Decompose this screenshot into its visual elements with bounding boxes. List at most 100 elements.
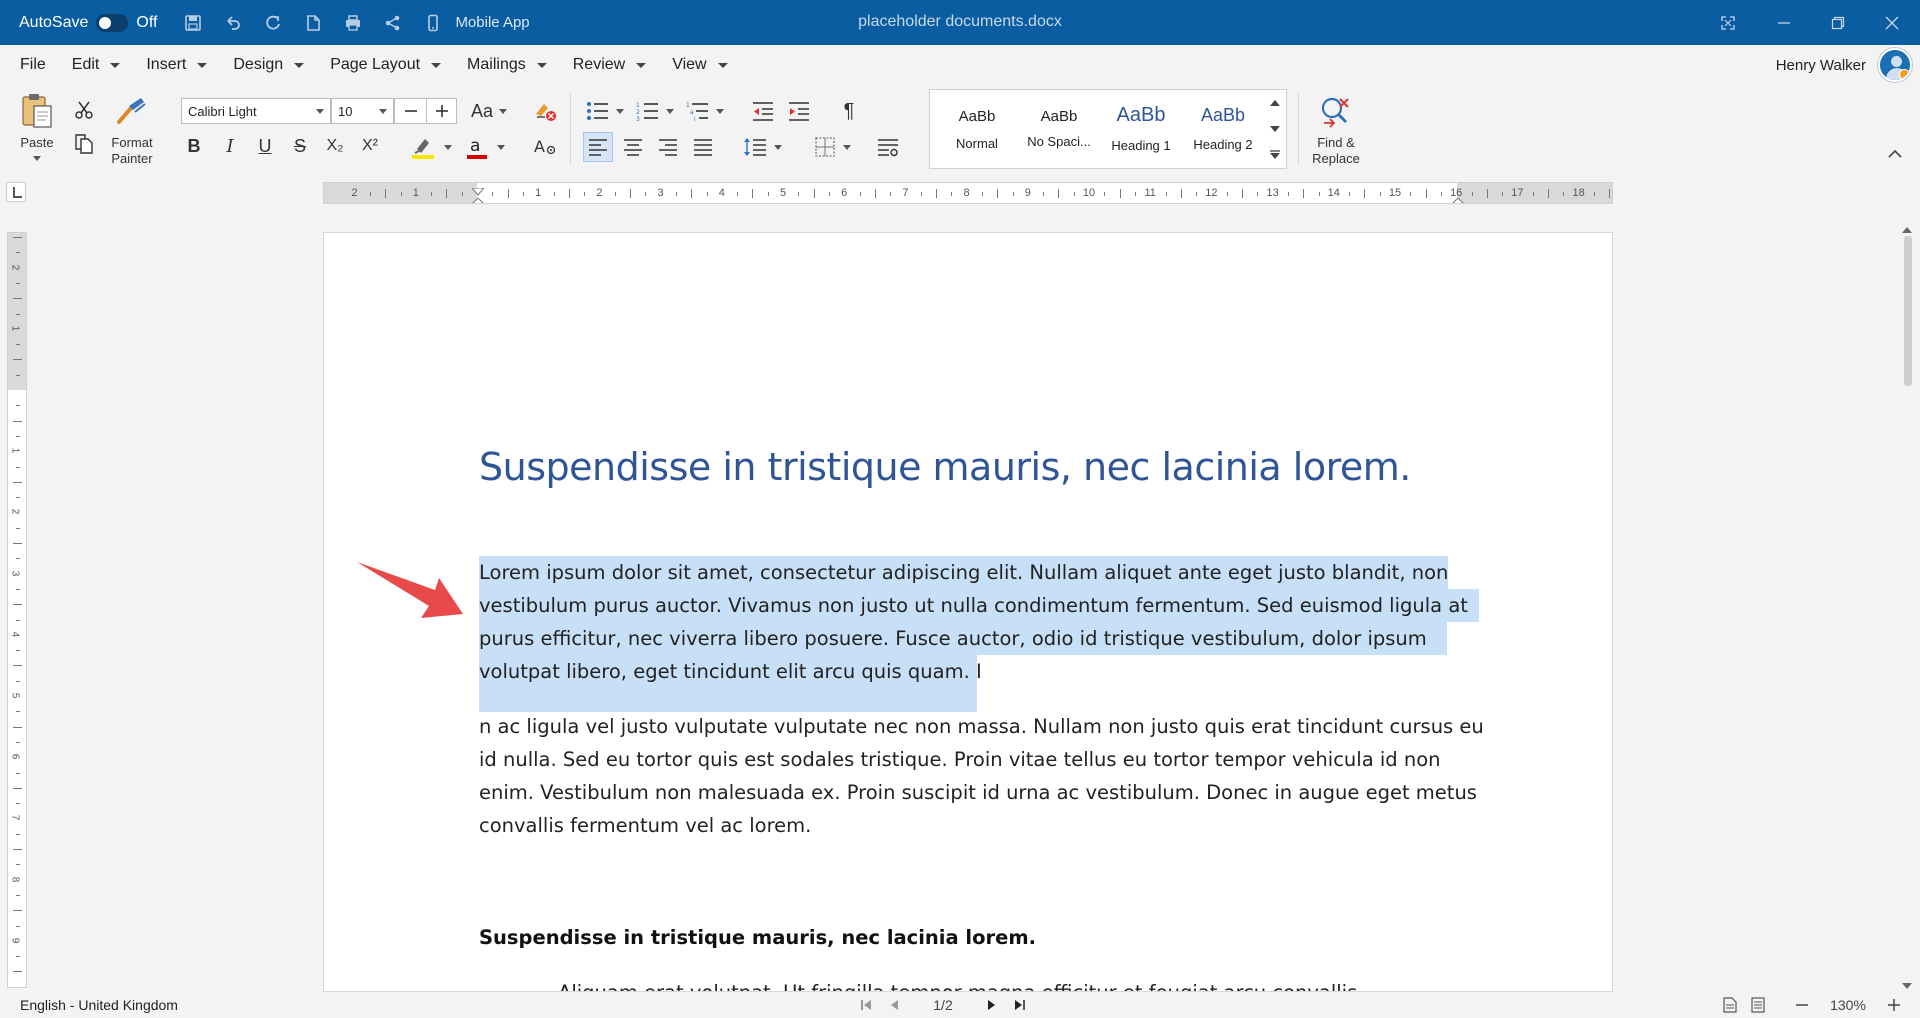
multilevel-list-icon[interactable]: 1ai bbox=[683, 97, 713, 125]
selected-text-line[interactable]: vestibulum purus auctor. Vivamus non jus… bbox=[479, 594, 1468, 617]
menu-edit[interactable]: Edit bbox=[72, 56, 121, 74]
increase-indent-icon[interactable] bbox=[784, 97, 814, 125]
chevron-down-icon[interactable] bbox=[499, 109, 507, 114]
autosave-toggle[interactable] bbox=[96, 13, 129, 32]
last-page-icon[interactable] bbox=[1006, 994, 1034, 1016]
vertical-scrollbar[interactable] bbox=[1898, 218, 1918, 989]
next-page-icon[interactable] bbox=[978, 994, 1006, 1016]
menu-insert[interactable]: Insert bbox=[146, 56, 208, 74]
chevron-down-icon[interactable] bbox=[497, 145, 505, 150]
web-layout-icon[interactable] bbox=[1744, 994, 1772, 1016]
save-icon[interactable] bbox=[173, 0, 213, 45]
paragraph-line[interactable]: n ac ligula vel justo vulputate vulputat… bbox=[479, 715, 1484, 738]
paragraph-line[interactable]: convallis fermentum vel ac lorem. bbox=[479, 814, 811, 837]
scrollbar-thumb[interactable] bbox=[1904, 236, 1912, 386]
zoom-in-button[interactable] bbox=[1880, 994, 1908, 1016]
selected-text-line[interactable]: volutpat libero, eget tincidunt elit arc… bbox=[479, 660, 982, 683]
menu-view[interactable]: View bbox=[672, 56, 728, 74]
align-right-icon[interactable] bbox=[653, 132, 683, 162]
align-center-icon[interactable] bbox=[618, 132, 648, 162]
styles-scroll-up-icon[interactable] bbox=[1264, 92, 1286, 114]
underline-button[interactable]: U bbox=[251, 132, 279, 160]
style-heading-1[interactable]: AaBb Heading 1 bbox=[1100, 90, 1182, 168]
mobile-app-icon[interactable] bbox=[413, 0, 453, 45]
clear-formatting-icon[interactable] bbox=[530, 97, 560, 125]
find-replace-label[interactable]: Find & Replace bbox=[1308, 135, 1364, 167]
subscript-button[interactable]: X₂ bbox=[321, 132, 349, 160]
document-heading[interactable]: Suspendisse in tristique mauris, nec lac… bbox=[479, 445, 1411, 489]
justify-icon[interactable] bbox=[688, 132, 718, 162]
show-formatting-marks-button[interactable]: ¶ bbox=[834, 97, 864, 125]
minimize-icon[interactable] bbox=[1756, 0, 1812, 45]
vertical-ruler[interactable]: 2 1 1 2 3 4 5 6 7 8 9 bbox=[7, 232, 27, 988]
scroll-up-icon[interactable] bbox=[1902, 220, 1912, 237]
chevron-down-icon[interactable] bbox=[716, 109, 724, 114]
undo-icon[interactable] bbox=[213, 0, 253, 45]
document-subheading[interactable]: Suspendisse in tristique mauris, nec lac… bbox=[479, 926, 1036, 949]
copy-icon[interactable] bbox=[70, 131, 98, 157]
bold-button[interactable]: B bbox=[180, 132, 208, 160]
font-color-icon[interactable]: a bbox=[462, 132, 492, 162]
zoom-level[interactable]: 130% bbox=[1816, 997, 1880, 1013]
superscript-button[interactable]: X² bbox=[356, 132, 384, 160]
paragraph-line[interactable]: id nulla. Sed eu tortor quis est sodales… bbox=[479, 748, 1440, 771]
numbering-icon[interactable]: 123 bbox=[633, 97, 663, 125]
style-heading-2[interactable]: AaBb Heading 2 bbox=[1182, 90, 1264, 168]
previous-page-icon[interactable] bbox=[880, 994, 908, 1016]
tab-stop-selector[interactable] bbox=[6, 182, 26, 202]
style-normal[interactable]: AaBb Normal bbox=[936, 90, 1018, 168]
decrease-indent-icon[interactable] bbox=[748, 97, 778, 125]
avatar[interactable] bbox=[1878, 48, 1912, 82]
paragraph-settings-icon[interactable] bbox=[873, 132, 903, 162]
menu-page-layout[interactable]: Page Layout bbox=[330, 56, 442, 74]
highlight-icon[interactable] bbox=[408, 132, 438, 162]
collapse-ribbon-icon[interactable] bbox=[1888, 145, 1902, 162]
zoom-out-button[interactable] bbox=[1788, 994, 1816, 1016]
horizontal-ruler[interactable]: 2 1 1 2 3 4 5 6 7 8 9 10 11 12 13 14 15 16 17 18 bbox=[323, 182, 1613, 204]
chevron-down-icon[interactable] bbox=[616, 109, 624, 114]
share-icon[interactable] bbox=[373, 0, 413, 45]
increase-font-size-button[interactable] bbox=[426, 99, 457, 123]
bullets-icon[interactable] bbox=[583, 97, 613, 125]
document-page[interactable]: Suspendisse in tristique mauris, nec lac… bbox=[323, 232, 1613, 992]
mobile-app-label[interactable]: Mobile App bbox=[455, 14, 529, 31]
italic-button[interactable]: I bbox=[216, 132, 244, 160]
user-area[interactable]: Henry Walker bbox=[1776, 45, 1920, 85]
chevron-down-icon[interactable] bbox=[843, 145, 851, 150]
fullscreen-icon[interactable] bbox=[1700, 0, 1756, 45]
style-no-spacing[interactable]: AaBb No Spaci... bbox=[1018, 90, 1100, 168]
hanging-indent-marker[interactable] bbox=[472, 195, 484, 203]
page-indicator[interactable]: 1/2 bbox=[908, 997, 978, 1013]
menu-design[interactable]: Design bbox=[233, 56, 305, 74]
paste-label[interactable]: Paste bbox=[16, 135, 58, 151]
line-spacing-icon[interactable] bbox=[740, 132, 770, 162]
paragraph-line[interactable]: Aliquam erat volutpat. Ut fringilla temp… bbox=[558, 981, 1357, 991]
new-document-icon[interactable] bbox=[293, 0, 333, 45]
redo-icon[interactable] bbox=[253, 0, 293, 45]
decrease-font-size-button[interactable] bbox=[395, 99, 426, 123]
print-icon[interactable] bbox=[333, 0, 373, 45]
text-effects-icon[interactable]: A bbox=[530, 132, 560, 162]
font-name-select[interactable]: Calibri Light bbox=[181, 98, 331, 124]
styles-scroll-down-icon[interactable] bbox=[1264, 118, 1286, 140]
paste-icon[interactable] bbox=[18, 91, 56, 131]
format-painter-label[interactable]: Format Painter bbox=[104, 135, 160, 167]
menu-mailings[interactable]: Mailings bbox=[467, 56, 547, 74]
change-case-button[interactable]: Aa bbox=[466, 97, 498, 125]
close-icon[interactable] bbox=[1864, 0, 1920, 45]
language-indicator[interactable]: English - United Kingdom bbox=[20, 997, 178, 1013]
font-size-select[interactable]: 10 bbox=[331, 98, 394, 124]
chevron-down-icon[interactable] bbox=[666, 109, 674, 114]
menu-file[interactable]: File bbox=[20, 56, 46, 74]
borders-icon[interactable] bbox=[810, 132, 840, 162]
menu-review[interactable]: Review bbox=[573, 56, 647, 74]
find-replace-icon[interactable] bbox=[1316, 93, 1356, 131]
chevron-down-icon[interactable] bbox=[33, 156, 41, 161]
format-painter-icon[interactable] bbox=[112, 93, 150, 127]
paragraph-line[interactable]: enim. Vestibulum non malesuada ex. Proin… bbox=[479, 781, 1477, 804]
selected-text-line[interactable]: Lorem ipsum dolor sit amet, consectetur … bbox=[479, 561, 1448, 584]
restore-icon[interactable] bbox=[1810, 0, 1866, 45]
first-page-icon[interactable] bbox=[852, 994, 880, 1016]
print-layout-icon[interactable] bbox=[1716, 994, 1744, 1016]
chevron-down-icon[interactable] bbox=[774, 145, 782, 150]
